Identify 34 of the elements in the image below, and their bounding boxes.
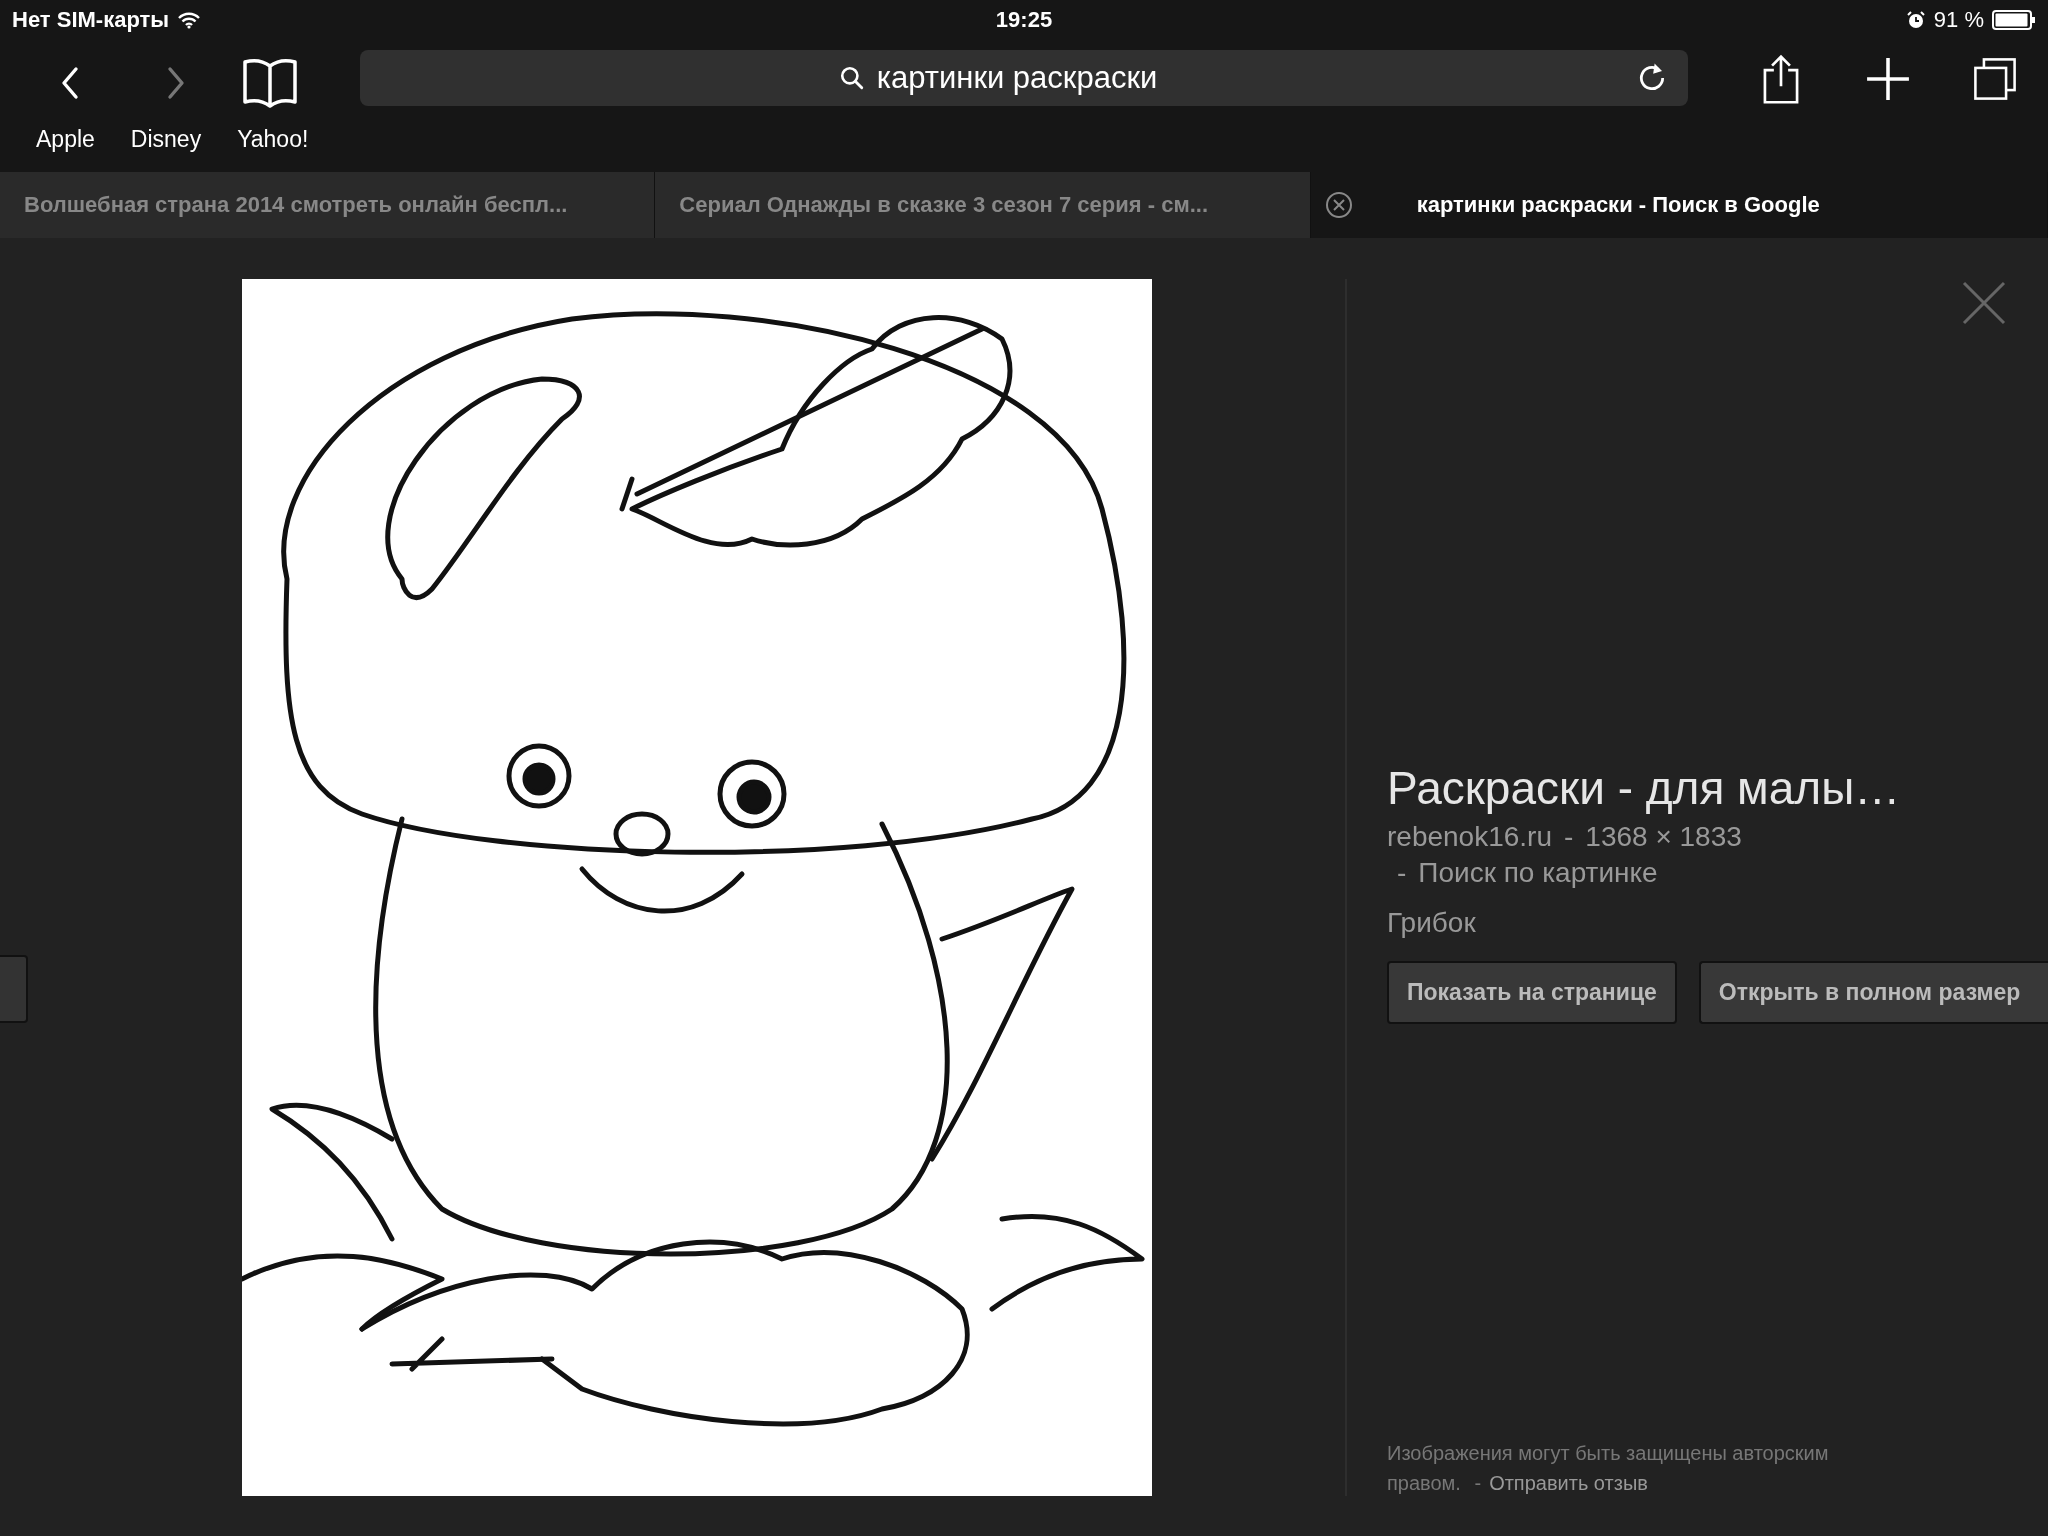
battery-percent: 91 % [1933,7,1984,33]
address-text: картинки раскраски [876,60,1158,96]
battery-icon [1992,10,2036,30]
alarm-clock-icon [1905,10,1926,30]
copyright-notice: Изображения могут быть защищены авторским правом. - Отправить отзыв [1387,1441,1830,1496]
separator-dash: - [1564,821,1574,853]
bookmark-link[interactable]: Yahoo! [237,126,309,153]
search-icon [838,65,865,91]
address-bar[interactable]: картинки раскраски [360,50,1688,106]
chevron-left-icon [60,66,80,100]
image-dimensions: 1368 × 1833 [1585,821,1742,853]
image-title: Раскраски - для малы… [1387,761,1902,815]
browser-tab[interactable]: Сериал Однажды в сказке 3 сезон 7 серия - см... [655,172,1311,238]
chevron-right-icon [166,66,186,100]
browser-tab[interactable]: картинки раскраски - Поиск в Google [1310,172,2048,238]
tab-title: Волшебная страна 2014 смотреть онлайн беспл... [24,192,568,218]
carrier-text: Нет SIM-карты [12,7,170,33]
bookmark-link[interactable]: Apple [36,126,95,153]
close-icon[interactable] [1324,191,1353,219]
wifi-icon [177,11,202,29]
tab-title: картинки раскраски - Поиск в Google [1416,192,1820,218]
close-icon[interactable] [1962,281,2006,325]
tab-title: Сериал Однажды в сказке 3 сезон 7 серия - см... [679,192,1208,218]
panel-button[interactable]: Показать на странице [1387,961,1677,1024]
separator-dash: - [1397,857,1407,889]
bookmarks-book-icon[interactable] [242,58,298,108]
image-caption: Грибок [1387,907,1477,939]
search-by-image-link[interactable]: Поиск по картинке [1418,857,1658,889]
source-domain: rebenok16.ru [1387,821,1552,853]
clock-time: 19:25 [995,7,1053,33]
panel-button[interactable]: Открыть в полном размер [1698,961,2048,1024]
bookmark-link[interactable]: Disney [130,126,202,153]
feedback-link[interactable]: Отправить отзыв [1489,1472,1648,1494]
browser-tab[interactable]: Волшебная страна 2014 смотреть онлайн беспл... [0,172,656,238]
